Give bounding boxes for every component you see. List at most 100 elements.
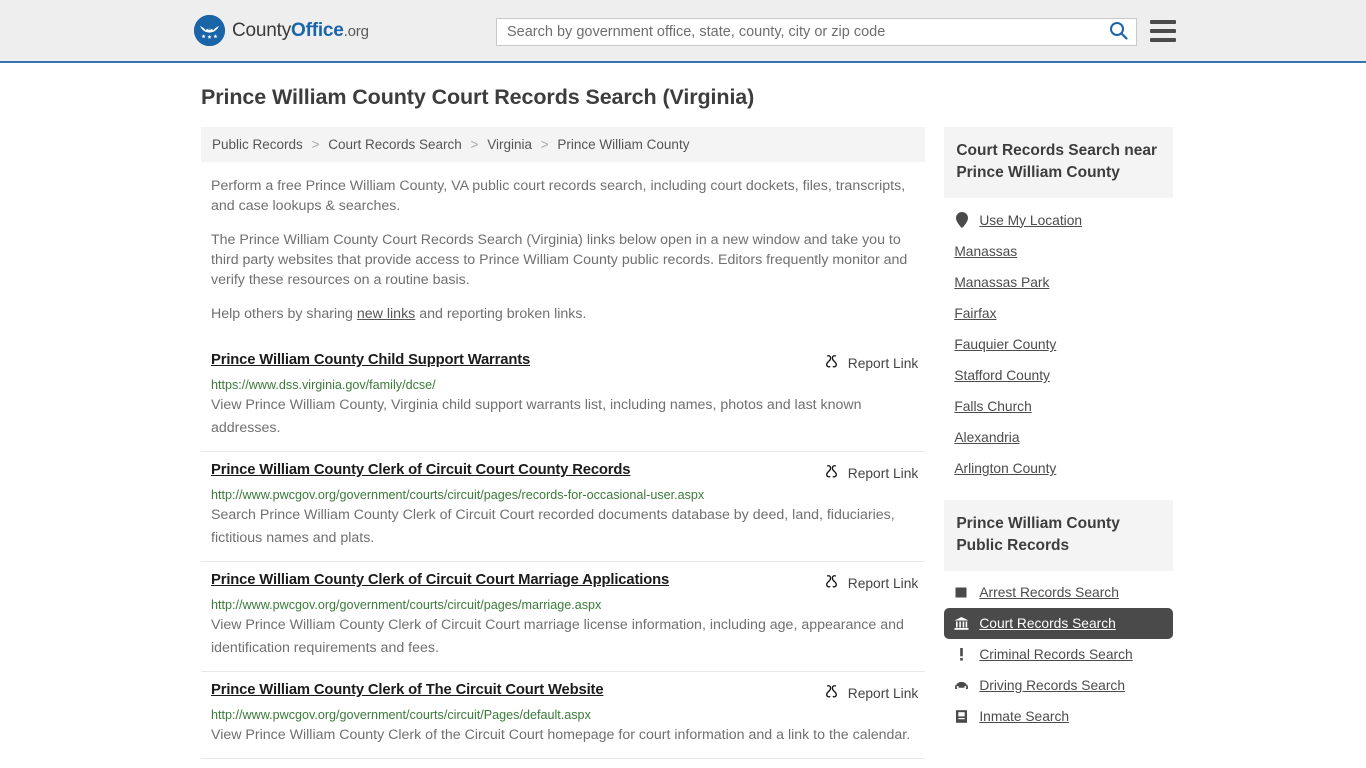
result-item: Prince William County Clerk of Circuit C… — [201, 562, 926, 672]
search-icon — [1109, 21, 1128, 43]
sidebar-nearby-list: Use My Location Manassas Manassas Park F… — [944, 198, 1173, 484]
intro-p3-before: Help others by sharing — [211, 306, 357, 322]
intro-text: Perform a free Prince William County, VA… — [201, 176, 925, 324]
sidebar-public-records-item[interactable]: Inmate Search — [944, 701, 1173, 732]
breadcrumb-separator: > — [470, 137, 479, 152]
sidebar-public-records-box: Prince William County Public Records Arr… — [944, 500, 1173, 732]
result-title-link[interactable]: Prince William County Clerk of The Circu… — [211, 682, 604, 698]
sidebar-nearby-link[interactable]: Fauquier County — [954, 337, 1056, 352]
sidebar-nearby-item[interactable]: Arlington County — [944, 453, 1173, 484]
result-item: Prince William County Clerk of The Circu… — [201, 672, 926, 759]
intro-paragraph-2: The Prince William County Court Records … — [211, 232, 908, 288]
search-button[interactable] — [1100, 19, 1136, 45]
breadcrumb: Public Records > Court Records Search > … — [201, 127, 926, 162]
result-title-link[interactable]: Prince William County Clerk of Circuit C… — [211, 572, 669, 588]
report-link-label: Report Link — [847, 685, 919, 701]
hamburger-bar — [1150, 29, 1176, 33]
sidebar-nearby-link[interactable]: Alexandria — [954, 430, 1019, 445]
result-header: Prince William County Clerk of The Circu… — [211, 682, 925, 703]
car-icon — [954, 679, 969, 692]
report-link-button[interactable]: Report Link — [823, 682, 919, 703]
breadcrumb-item-virginia[interactable]: Virginia — [487, 137, 532, 152]
hamburger-bar — [1150, 38, 1176, 42]
breadcrumb-item-public-records[interactable]: Public Records — [212, 137, 303, 152]
sidebar-nearby-item[interactable]: Manassas Park — [944, 267, 1173, 298]
search-bar[interactable] — [496, 18, 1137, 46]
sidebar-public-records-item[interactable]: Court Records Search — [944, 608, 1173, 639]
report-link-label: Report Link — [847, 575, 919, 591]
sidebar-public-records-link[interactable]: Criminal Records Search — [979, 647, 1132, 662]
sidebar-nearby-link[interactable]: Falls Church — [954, 399, 1031, 414]
logo-text: CountyOffice.org — [232, 20, 369, 42]
sidebar-public-records-link[interactable]: Inmate Search — [979, 709, 1069, 724]
sidebar-public-records-item[interactable]: Criminal Records Search — [944, 639, 1173, 670]
sidebar-nearby-box: Court Records Search near Prince William… — [944, 127, 1173, 484]
sidebar-nearby-item[interactable]: Use My Location — [944, 204, 1173, 236]
new-links-link[interactable]: new links — [357, 306, 415, 322]
breadcrumb-item-court-records-search[interactable]: Court Records Search — [328, 137, 462, 152]
site-logo[interactable]: CountyOffice.org — [194, 15, 369, 46]
result-title-link[interactable]: Prince William County Child Support Warr… — [211, 352, 530, 368]
result-header: Prince William County Clerk of Circuit C… — [211, 572, 925, 593]
result-item: Prince William County Child Support Warr… — [201, 338, 926, 452]
report-link-button[interactable]: Report Link — [823, 572, 919, 593]
broken-link-icon — [823, 573, 840, 593]
site-header: CountyOffice.org — [0, 0, 1366, 63]
broken-link-icon — [823, 463, 840, 483]
eagle-seal-icon — [194, 15, 225, 46]
result-description: View Prince William County Clerk of Circ… — [211, 617, 904, 656]
result-description: Search Prince William County Clerk of Ci… — [211, 507, 895, 546]
sidebar-nearby-link[interactable]: Manassas — [954, 244, 1017, 259]
sidebar-public-records-item[interactable]: Driving Records Search — [944, 670, 1173, 701]
page-title: Prince William County Court Records Sear… — [201, 85, 755, 109]
map-pin-icon — [954, 212, 969, 228]
report-link-label: Report Link — [847, 355, 919, 371]
square-icon — [954, 585, 969, 600]
result-header: Prince William County Child Support Warr… — [211, 352, 925, 373]
result-url: http://www.pwcgov.org/government/courts/… — [211, 598, 602, 612]
breadcrumb-item-current: Prince William County — [557, 137, 690, 152]
broken-link-icon — [823, 683, 840, 703]
results-list: Prince William County Child Support Warr… — [201, 338, 926, 759]
report-link-button[interactable]: Report Link — [823, 352, 919, 373]
sidebar-nearby-link[interactable]: Manassas Park — [954, 275, 1049, 290]
result-url: http://www.pwcgov.org/government/courts/… — [211, 488, 705, 502]
report-link-button[interactable]: Report Link — [823, 462, 919, 483]
sidebar-nearby-item[interactable]: Fauquier County — [944, 329, 1173, 360]
result-header: Prince William County Clerk of Circuit C… — [211, 462, 925, 483]
sidebar-nearby-item[interactable]: Fairfax — [944, 298, 1173, 329]
intro-paragraph-3: Help others by sharing new links and rep… — [211, 304, 916, 324]
id-card-icon — [954, 709, 969, 724]
result-url: https://www.dss.virginia.gov/family/dcse… — [211, 378, 436, 392]
courthouse-icon — [954, 616, 969, 631]
sidebar-nearby-link[interactable]: Stafford County — [954, 368, 1050, 383]
result-item: Prince William County Clerk of Circuit C… — [201, 452, 926, 562]
hamburger-bar — [1150, 20, 1176, 24]
sidebar-nearby-item[interactable]: Falls Church — [944, 391, 1173, 422]
sidebar-nearby-item[interactable]: Manassas — [944, 236, 1173, 267]
search-input[interactable] — [497, 19, 1100, 45]
main-content: Public Records > Court Records Search > … — [201, 127, 926, 759]
logo-text-county: County — [232, 19, 292, 41]
logo-text-tld: .org — [343, 22, 369, 40]
sidebar-nearby-heading: Court Records Search near Prince William… — [944, 127, 1173, 198]
report-link-label: Report Link — [847, 465, 919, 481]
sidebar-public-records-list: Arrest Records Search Court Records Sear… — [944, 571, 1173, 732]
hamburger-menu-icon[interactable] — [1150, 20, 1176, 42]
result-description: View Prince William County, Virginia chi… — [211, 397, 862, 436]
result-description: View Prince William County Clerk of the … — [211, 727, 911, 743]
sidebar-public-records-link[interactable]: Court Records Search — [979, 616, 1116, 631]
sidebar-nearby-link[interactable]: Fairfax — [954, 306, 996, 321]
sidebar-public-records-item[interactable]: Arrest Records Search — [944, 577, 1173, 608]
breadcrumb-separator: > — [540, 137, 549, 152]
breadcrumb-separator: > — [311, 137, 320, 152]
result-title-link[interactable]: Prince William County Clerk of Circuit C… — [211, 462, 631, 478]
sidebar-nearby-item[interactable]: Alexandria — [944, 422, 1173, 453]
sidebar-public-records-heading: Prince William County Public Records — [944, 500, 1173, 571]
sidebar-nearby-link[interactable]: Use My Location — [979, 213, 1082, 228]
sidebar-nearby-link[interactable]: Arlington County — [954, 461, 1056, 476]
sidebar-public-records-link[interactable]: Arrest Records Search — [979, 585, 1119, 600]
sidebar-public-records-link[interactable]: Driving Records Search — [979, 678, 1125, 693]
result-url: http://www.pwcgov.org/government/courts/… — [211, 708, 591, 722]
sidebar-nearby-item[interactable]: Stafford County — [944, 360, 1173, 391]
